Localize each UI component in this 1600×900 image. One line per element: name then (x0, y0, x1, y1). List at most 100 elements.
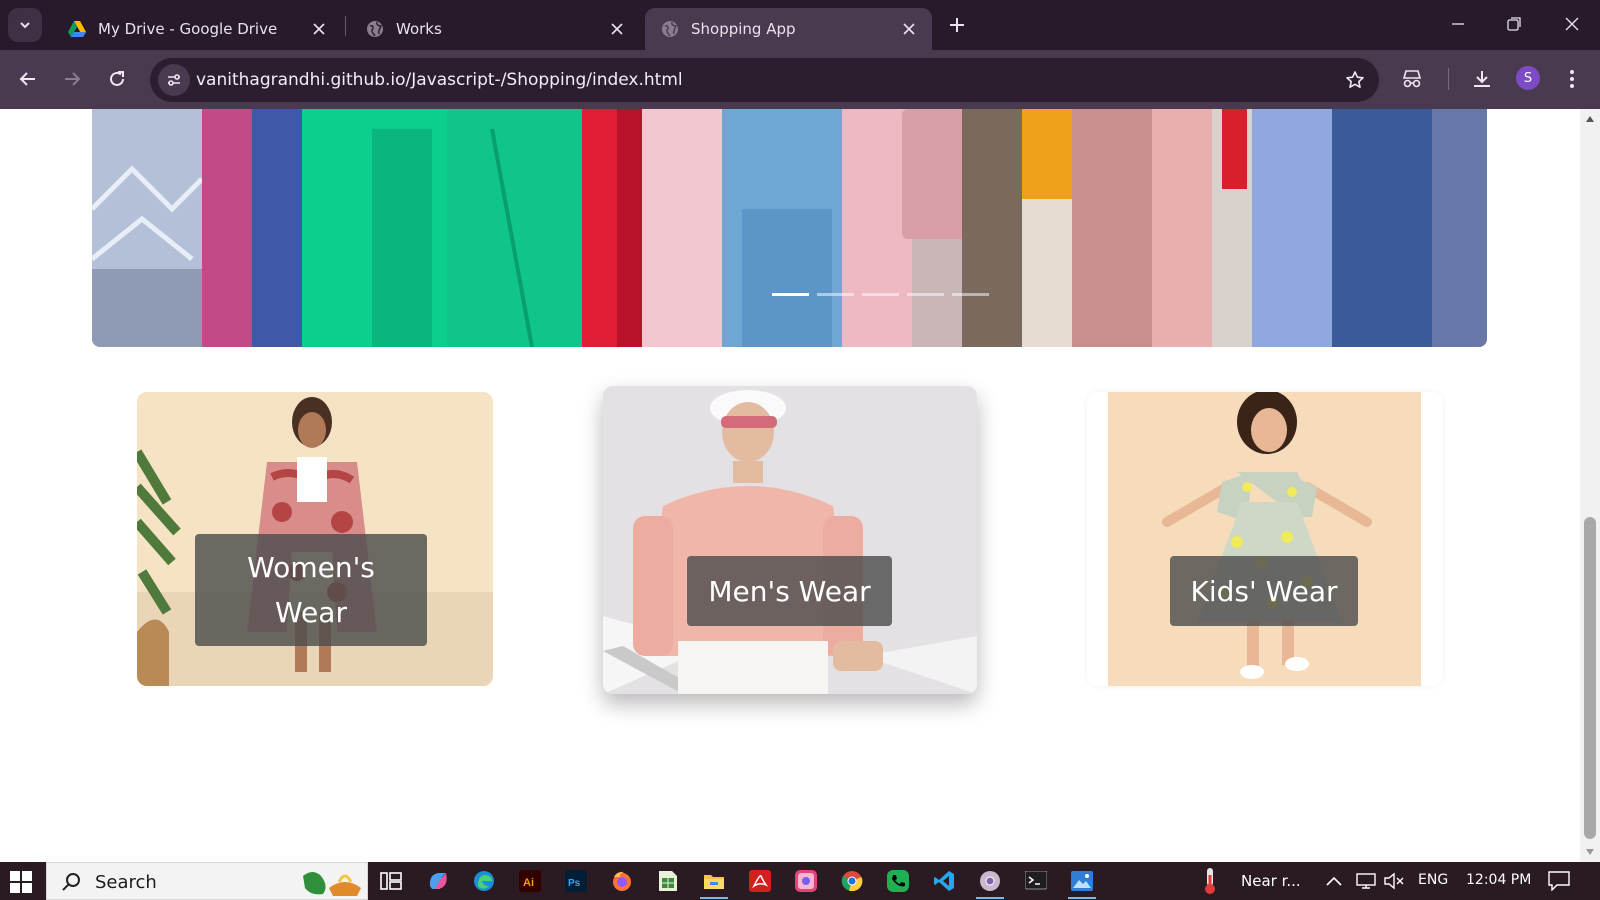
scroll-up-arrow[interactable] (1580, 111, 1600, 127)
notifications-icon[interactable] (1545, 867, 1573, 895)
reload-button[interactable] (101, 63, 133, 95)
category-card-kids[interactable]: Kids' Wear (1087, 392, 1443, 686)
globe-icon (662, 21, 678, 37)
back-button[interactable] (12, 63, 44, 95)
svg-text:Ai: Ai (523, 877, 534, 889)
download-icon (1474, 71, 1490, 87)
kids-model-photo (1087, 392, 1443, 686)
tab-shopping-app[interactable]: Shopping App (645, 8, 932, 50)
volume-muted-icon[interactable] (1380, 867, 1408, 895)
minimize-button[interactable] (1430, 0, 1486, 48)
chrome-active-icon[interactable] (976, 867, 1004, 899)
close-tab-icon[interactable] (898, 18, 920, 40)
globe-icon (367, 21, 383, 37)
scroll-down-arrow[interactable] (1580, 844, 1600, 860)
browser-menu-button[interactable] (1558, 65, 1586, 93)
page-scrollbar[interactable] (1580, 109, 1600, 862)
address-bar[interactable]: vanithagrandhi.github.io/Javascript-/Sho… (150, 58, 1379, 102)
phone-app-icon[interactable] (884, 867, 912, 895)
close-icon (1565, 17, 1579, 31)
url-text: vanithagrandhi.github.io/Javascript-/Sho… (196, 70, 683, 90)
close-window-button[interactable] (1544, 0, 1600, 48)
tab-title: My Drive - Google Drive (98, 20, 278, 38)
taskbar-search-box[interactable]: Search (46, 862, 368, 900)
file-explorer-icon[interactable] (700, 867, 728, 899)
caption-line: Women's (247, 551, 375, 584)
star-icon (1346, 71, 1364, 88)
forward-button[interactable] (56, 63, 88, 95)
tab-separator (345, 16, 346, 36)
triangle-up-icon (1586, 116, 1594, 122)
arrow-left-icon (19, 72, 35, 86)
page-viewport: Women's Wear Men's Wear Kids' Wear (0, 109, 1580, 862)
weather-thermometer-icon[interactable] (1196, 867, 1224, 895)
minimize-icon (1452, 23, 1464, 25)
category-caption: Women's Wear (195, 534, 427, 646)
copilot-icon[interactable] (424, 867, 452, 895)
chevron-down-icon (20, 22, 30, 29)
tune-icon (168, 74, 180, 86)
google-drive-icon (68, 21, 86, 37)
tab-strip: My Drive - Google Drive Works Shopping A… (0, 0, 1600, 50)
tray-overflow-chevron-icon[interactable] (1320, 867, 1348, 895)
toolbar-divider (1448, 68, 1449, 90)
weather-text[interactable]: Near r... (1241, 872, 1301, 890)
new-tab-button[interactable] (944, 12, 970, 38)
tab-works[interactable]: Works (350, 8, 640, 50)
restore-button[interactable] (1486, 0, 1542, 48)
chrome-icon[interactable] (838, 867, 866, 895)
clothing-rack-photo (92, 109, 1487, 347)
carousel-indicator[interactable] (952, 293, 989, 296)
downloads-button[interactable] (1468, 65, 1496, 93)
incognito-button[interactable] (1398, 65, 1426, 93)
tab-title: Works (396, 20, 442, 38)
reload-icon (110, 71, 124, 86)
triangle-down-icon (1586, 849, 1594, 855)
acrobat-icon[interactable] (746, 867, 774, 895)
firefox-icon[interactable] (608, 867, 636, 895)
category-caption: Kids' Wear (1170, 556, 1358, 626)
photos-icon[interactable] (792, 867, 820, 895)
hero-carousel[interactable] (92, 109, 1487, 347)
arrow-right-icon (65, 72, 81, 86)
more-vert-icon (1570, 70, 1574, 88)
task-view-icon[interactable] (377, 867, 405, 895)
edge-icon[interactable] (470, 867, 498, 895)
windows-taskbar: Search Ai Ps Near r... ENG 12:04 PM (0, 862, 1600, 900)
vscode-icon[interactable] (930, 867, 958, 895)
profile-avatar[interactable]: S (1516, 66, 1540, 90)
windows-start-icon[interactable] (10, 871, 32, 893)
site-info-button[interactable] (158, 64, 190, 96)
illustrator-icon[interactable]: Ai (516, 867, 544, 895)
search-highlight-icon (303, 872, 361, 896)
category-card-women[interactable]: Women's Wear (137, 392, 493, 686)
tab-search-button[interactable] (8, 8, 42, 42)
carousel-indicator[interactable] (817, 293, 854, 296)
tab-google-drive[interactable]: My Drive - Google Drive (52, 8, 342, 50)
carousel-indicator[interactable] (772, 293, 809, 296)
plus-icon (950, 18, 964, 32)
spreadsheet-icon[interactable] (654, 867, 682, 895)
image-viewer-icon[interactable] (1068, 867, 1096, 899)
category-card-men[interactable]: Men's Wear (603, 386, 977, 694)
photoshop-icon[interactable]: Ps (562, 867, 590, 895)
caption-line: Wear (275, 596, 347, 629)
bookmark-star-button[interactable] (1343, 68, 1367, 92)
network-icon[interactable] (1352, 867, 1380, 895)
carousel-indicators (772, 293, 989, 296)
browser-toolbar: vanithagrandhi.github.io/Javascript-/Sho… (0, 50, 1600, 109)
incognito-icon (1402, 70, 1422, 88)
carousel-indicator[interactable] (907, 293, 944, 296)
close-tab-icon[interactable] (606, 18, 628, 40)
search-icon (62, 873, 80, 891)
restore-icon (1507, 17, 1521, 31)
language-indicator[interactable]: ENG (1418, 872, 1448, 888)
scroll-thumb[interactable] (1584, 517, 1596, 839)
tab-title: Shopping App (691, 20, 796, 38)
terminal-icon[interactable] (1022, 867, 1050, 895)
clock-time[interactable]: 12:04 PM (1466, 872, 1531, 888)
carousel-indicator[interactable] (862, 293, 899, 296)
close-tab-icon[interactable] (308, 18, 330, 40)
svg-text:Ps: Ps (568, 878, 581, 889)
men-model-photo (603, 386, 977, 694)
